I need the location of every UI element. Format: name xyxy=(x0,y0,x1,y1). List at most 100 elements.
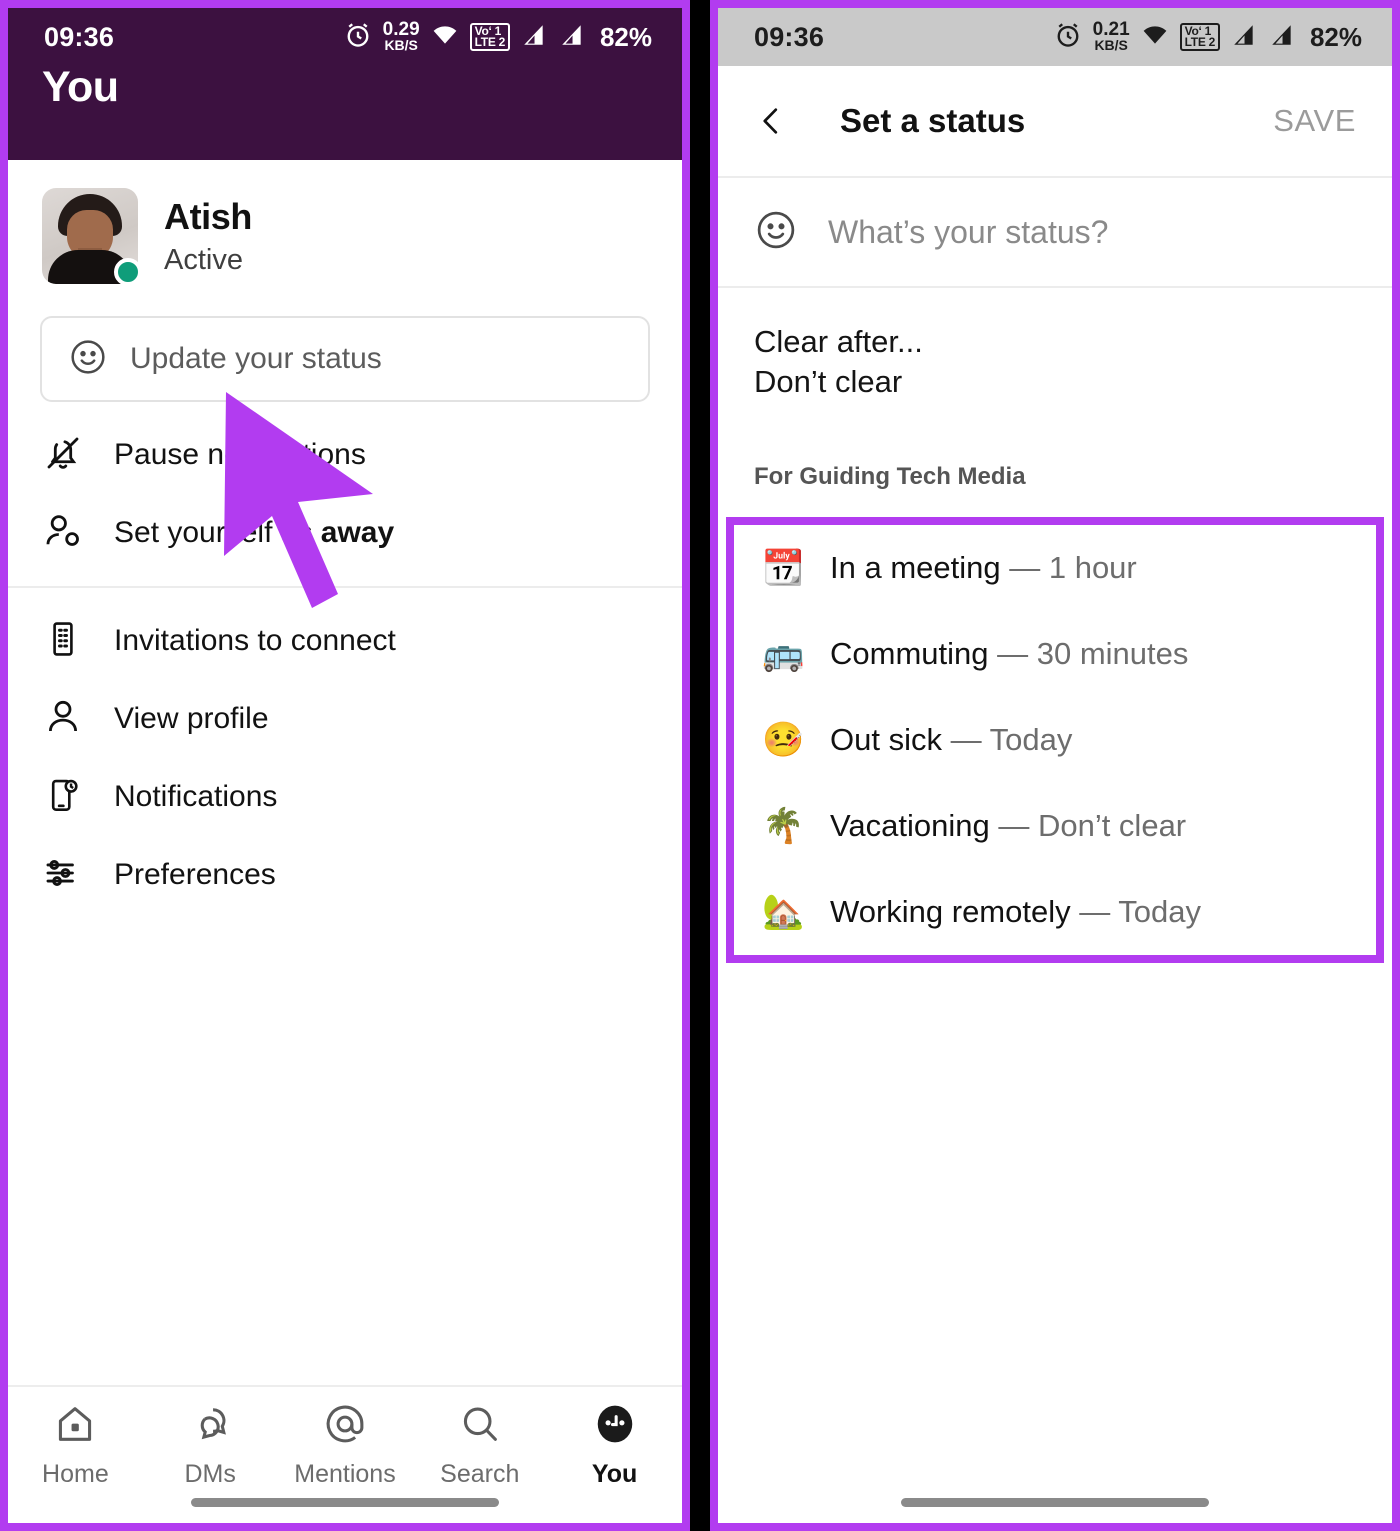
building-icon xyxy=(42,618,84,665)
list-item[interactable]: 🌴 Vacationing — Don’t clear xyxy=(734,783,1376,869)
list-item[interactable]: 🤒 Out sick — Today xyxy=(734,697,1376,783)
profile-name: Atish xyxy=(164,195,253,237)
menu-item-label: Set yourself as away xyxy=(114,516,395,549)
tab-search[interactable]: Search xyxy=(412,1401,547,1491)
avatar[interactable] xyxy=(42,188,142,286)
battery-percent: 82% xyxy=(599,21,652,52)
update-status-placeholder: Update your status xyxy=(130,342,382,375)
signal-bar-icon xyxy=(558,22,586,53)
menu-item-preferences[interactable]: Preferences xyxy=(8,836,682,914)
status-bar-time: 09:36 xyxy=(754,21,825,52)
bottom-tab-bar: Home DMs Mentions Search You xyxy=(8,1385,682,1523)
set-status-top-bar: Set a status SAVE xyxy=(718,66,1392,176)
preset-label: Vacationing — Don’t clear xyxy=(830,807,1187,843)
right-phone-frame: 09:36 0.21 KB/S Vo‘ 1 LTE 2 82% Set a st… xyxy=(710,0,1400,1531)
status-presets-list: 📆 In a meeting — 1 hour 🚌 Commuting — 30… xyxy=(726,516,1384,963)
preset-label: Working remotely — Today xyxy=(830,893,1202,929)
tab-label: Mentions xyxy=(294,1460,396,1488)
screenshot-stage: 09:36 0.29 KB/S Vo‘ 1 LTE 2 82% You Atis… xyxy=(0,0,1400,1531)
right-status-bar: 09:36 0.21 KB/S Vo‘ 1 LTE 2 82% xyxy=(718,8,1392,66)
menu-item-label: Invitations to connect xyxy=(114,624,396,657)
menu-divider xyxy=(8,586,682,588)
person-icon xyxy=(42,696,84,743)
tab-label: Search xyxy=(440,1460,520,1488)
menu-item-view-profile[interactable]: View profile xyxy=(8,680,682,758)
face-with-thermometer-emoji: 🤒 xyxy=(762,720,805,759)
alarm-clock-icon xyxy=(343,20,373,55)
right-screen: 09:36 0.21 KB/S Vo‘ 1 LTE 2 82% Set a st… xyxy=(718,8,1392,1523)
person-away-icon xyxy=(42,510,84,557)
page-title: You xyxy=(42,63,119,111)
palm-tree-emoji: 🌴 xyxy=(762,806,805,845)
left-screen: 09:36 0.29 KB/S Vo‘ 1 LTE 2 82% You Atis… xyxy=(8,8,682,1523)
volte-bottom: LTE 2 xyxy=(474,35,506,49)
chat-bubbles-icon xyxy=(187,1401,233,1452)
home-icon xyxy=(52,1401,98,1452)
menu-item-label: Notifications xyxy=(114,780,278,813)
volte-bottom: LTE 2 xyxy=(1184,35,1216,49)
search-icon xyxy=(457,1401,503,1452)
list-item[interactable]: 📆 In a meeting — 1 hour xyxy=(734,525,1376,611)
presence-dot-icon xyxy=(114,258,142,286)
house-with-garden-emoji: 🏡 xyxy=(762,892,805,931)
list-item[interactable]: 🏡 Working remotely — Today xyxy=(734,869,1376,955)
at-sign-icon xyxy=(322,1401,368,1452)
update-status-input[interactable]: Update your status xyxy=(40,316,650,402)
alarm-clock-icon xyxy=(1053,20,1083,55)
volte-icon: Vo‘ 1 LTE 2 xyxy=(469,22,510,52)
network-speed-unit: KB/S xyxy=(384,37,418,54)
menu-item-label: Preferences xyxy=(114,858,276,891)
chevron-left-icon[interactable] xyxy=(754,101,798,141)
wifi-icon xyxy=(430,22,460,53)
tab-you[interactable]: You xyxy=(547,1401,682,1491)
network-speed: 0.21 KB/S xyxy=(1093,20,1130,54)
network-speed: 0.29 KB/S xyxy=(383,20,420,54)
tab-label: You xyxy=(591,1460,638,1488)
section-label: For Guiding Tech Media xyxy=(754,462,1026,490)
clear-after-value: Don’t clear xyxy=(754,364,903,400)
status-bar-icons: 0.21 KB/S Vo‘ 1 LTE 2 82% xyxy=(1053,20,1362,55)
tab-mentions[interactable]: Mentions xyxy=(278,1401,413,1491)
menu-item-label: View profile xyxy=(114,702,269,735)
page-title: Set a status xyxy=(840,102,1026,139)
tab-home[interactable]: Home xyxy=(8,1401,143,1491)
preset-label: Out sick — Today xyxy=(830,721,1073,757)
preset-label: Commuting — 30 minutes xyxy=(830,635,1189,671)
status-text-input[interactable]: What’s your status? xyxy=(718,178,1392,286)
list-item[interactable]: 🚌 Commuting — 30 minutes xyxy=(734,611,1376,697)
bus-emoji: 🚌 xyxy=(762,634,805,673)
status-input-placeholder: What’s your status? xyxy=(828,213,1109,250)
home-indicator[interactable] xyxy=(901,1498,1209,1507)
volte-icon: Vo‘ 1 LTE 2 xyxy=(1179,22,1220,52)
network-speed-unit: KB/S xyxy=(1094,37,1128,54)
save-button[interactable]: SAVE xyxy=(1273,103,1356,139)
status-bar-time: 09:36 xyxy=(44,21,115,52)
signal-bar-icon xyxy=(1230,22,1258,53)
signal-bar-icon xyxy=(1268,22,1296,53)
profile-presence-label: Active xyxy=(164,243,243,276)
profile-row[interactable]: Atish Active xyxy=(8,160,682,286)
left-status-bar: 09:36 0.29 KB/S Vo‘ 1 LTE 2 82% xyxy=(8,8,682,66)
tab-dms[interactable]: DMs xyxy=(143,1401,278,1491)
menu-item-label: Pause notifications xyxy=(114,438,366,471)
sliders-icon xyxy=(42,852,84,899)
battery-percent: 82% xyxy=(1309,21,1362,52)
tab-label: DMs xyxy=(184,1460,236,1488)
profile-menu: Pause notifications Set yourself as away xyxy=(8,402,682,914)
menu-item-pause-notifications[interactable]: Pause notifications xyxy=(8,416,682,494)
smiley-face-icon xyxy=(68,337,108,382)
left-phone-frame: 09:36 0.29 KB/S Vo‘ 1 LTE 2 82% You Atis… xyxy=(0,0,690,1531)
wifi-icon xyxy=(1140,22,1170,53)
smiley-face-icon[interactable] xyxy=(754,208,798,257)
phone-bell-icon xyxy=(42,774,84,821)
preset-label: In a meeting — 1 hour xyxy=(830,549,1137,585)
clear-after-label: Clear after... xyxy=(754,324,923,359)
home-indicator[interactable] xyxy=(191,1498,499,1507)
spiral-calendar-emoji: 📆 xyxy=(762,548,805,587)
status-bar-icons: 0.29 KB/S Vo‘ 1 LTE 2 82% xyxy=(343,20,652,55)
menu-item-invitations[interactable]: Invitations to connect xyxy=(8,602,682,680)
clear-after-row[interactable]: Clear after... Don’t clear xyxy=(718,288,1392,421)
signal-bar-icon xyxy=(520,22,548,53)
menu-item-set-yourself-away[interactable]: Set yourself as away xyxy=(8,494,682,572)
menu-item-notifications[interactable]: Notifications xyxy=(8,758,682,836)
